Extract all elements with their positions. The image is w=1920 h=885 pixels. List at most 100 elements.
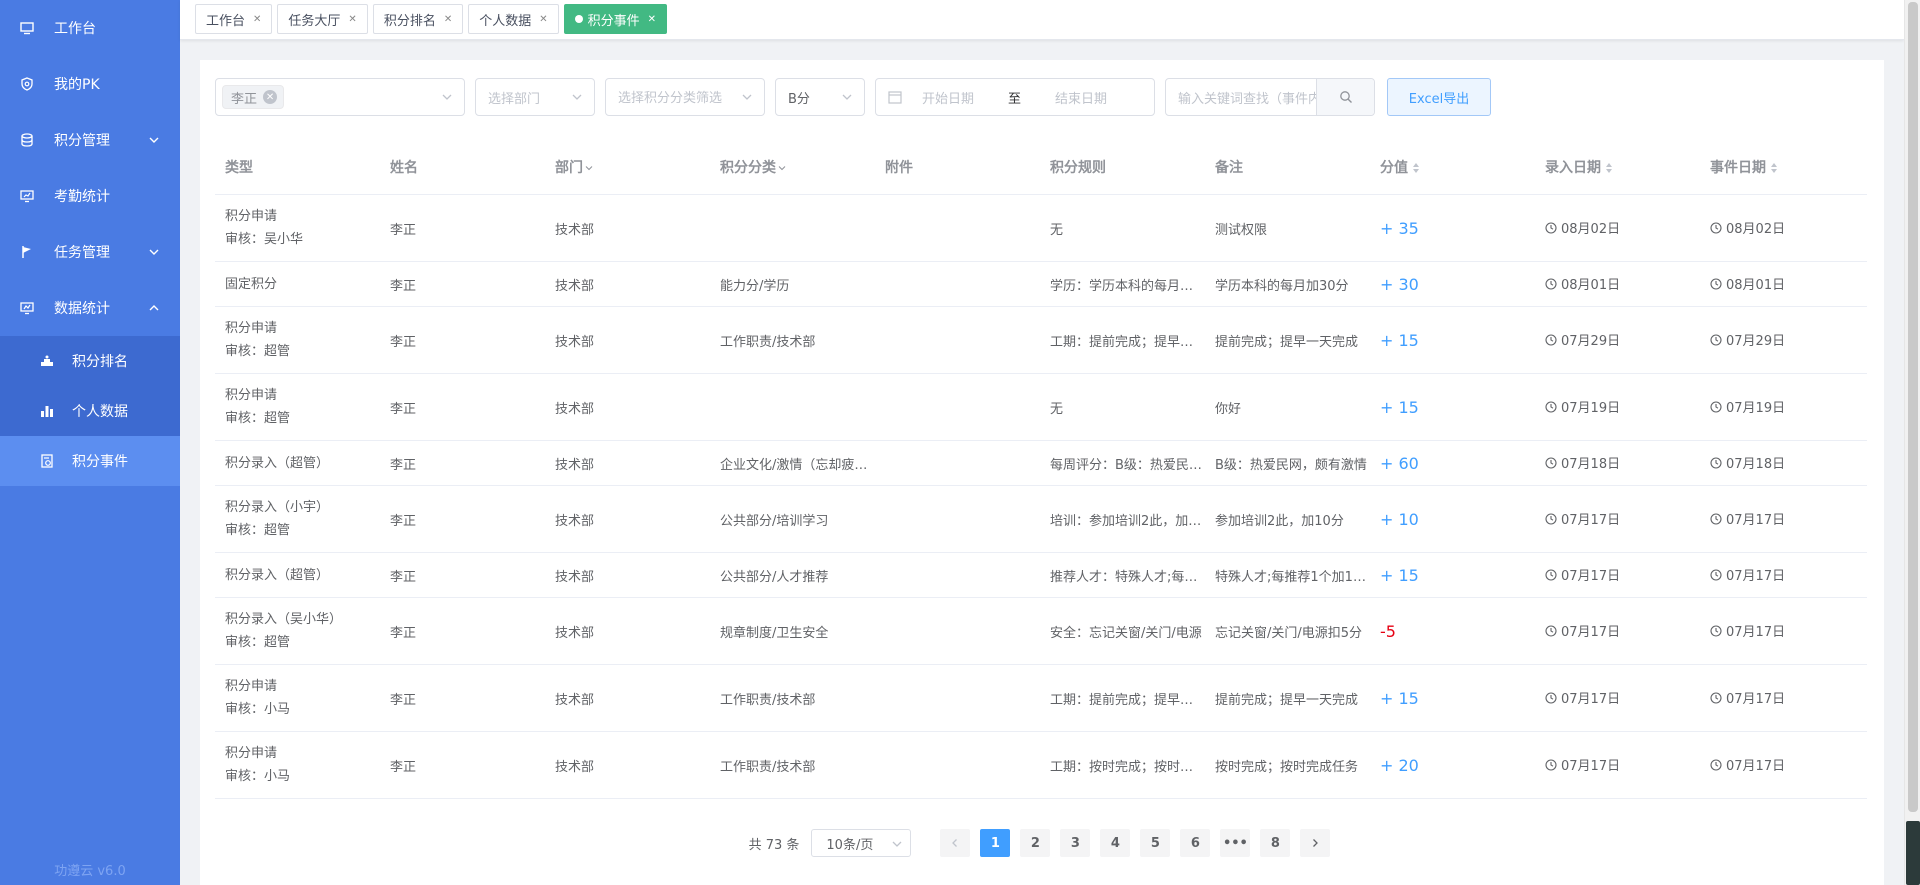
tag-close-icon[interactable]: ✕ [263, 90, 278, 104]
vertical-scrollbar[interactable] [1904, 0, 1920, 885]
table-row[interactable]: 固定积分 李正 技术部 能力分/学历 学历：学历本科的每月加30分学历本科的每月加30分… [215, 262, 1867, 307]
start-date-input[interactable]: 开始日期 [922, 88, 974, 107]
reviewer: 审核：超管 [225, 344, 291, 359]
table-row[interactable]: 积分录入（超管） 李正 技术部 企业文化/激情（忘却疲劳） 每周评分：B级：热爱民网，颇… [215, 441, 1867, 486]
rule-cell: 无 [1050, 222, 1064, 238]
scrollbar-thumb[interactable] [1908, 2, 1918, 812]
header-dept[interactable]: 部门 [545, 157, 710, 177]
sort-icon[interactable] [1770, 162, 1778, 174]
event-date-cell: 07月17日 [1700, 755, 1863, 775]
close-icon[interactable]: ✕ [253, 14, 261, 25]
department-select[interactable]: 选择部门 [475, 78, 595, 116]
category-cell: 公共部分/培训学习 [720, 513, 829, 529]
clock-icon [1545, 278, 1557, 290]
dept-cell: 技术部 [555, 759, 595, 775]
score-type-select[interactable]: B分 [775, 78, 865, 116]
keyword-placeholder: 输入关键词查找（事件内容/ [1178, 91, 1339, 107]
sidebar-item-label: 工作台 [54, 21, 96, 37]
header-event-date[interactable]: 事件日期 [1700, 157, 1863, 177]
table-row[interactable]: 积分申请审核：小马李正技术部工作职责/技术部工期：提前完成；提早一天完成提前完成… [215, 665, 1867, 732]
tab-label: 积分排名 [383, 13, 436, 29]
header-entry-date[interactable]: 录入日期 [1535, 157, 1700, 177]
note-cell: 测试权限 [1215, 222, 1268, 238]
tab-label: 积分事件 [587, 13, 640, 29]
sidebar-item-label: 数据统计 [54, 301, 110, 317]
clock-icon [1545, 334, 1557, 346]
score-value: + 15 [1380, 330, 1419, 350]
prev-page-button[interactable] [940, 829, 971, 857]
table-row[interactable]: 积分录入（小宇） 审核：超管 李正 技术部 公共部分/培训学习 培训：参加培训2此，加10… [215, 486, 1867, 553]
score-cell: + 15 [1370, 566, 1535, 585]
keyword-search-input[interactable]: 输入关键词查找（事件内容/ [1165, 78, 1375, 116]
header-category[interactable]: 积分分类 [710, 157, 875, 177]
sidebar-item-attendance[interactable]: 考勤统计 [0, 168, 180, 224]
header-entry-date-label: 录入日期 [1545, 160, 1601, 176]
sidebar-item-data-statistics[interactable]: 数据统计 [0, 280, 180, 336]
next-page-button[interactable] [1300, 829, 1331, 857]
close-icon[interactable]: ✕ [348, 14, 356, 25]
header-type: 类型 [225, 160, 253, 176]
rule-cell: 学历：学历本科的每月加30分 [1050, 278, 1205, 294]
table-row[interactable]: 积分申请 审核：吴小华 李正 技术部无测试权限 + 35 08月02日 08月02日 [215, 195, 1867, 262]
dept-cell: 技术部 [555, 513, 595, 529]
category-select[interactable]: 选择积分分类筛选 [605, 78, 765, 116]
sidebar-item-label: 我的PK [54, 77, 100, 93]
table-row[interactable]: 积分申请 审核：小马 李正 技术部 工作职责/技术部 工期：按时完成；按时完成 按时完成；按… [215, 732, 1867, 799]
page-ellipsis[interactable]: ••• [1220, 829, 1251, 857]
sidebar-item-task-management[interactable]: 任务管理 [0, 224, 180, 280]
department-placeholder: 选择部门 [488, 91, 541, 107]
score-cell: + 30 [1370, 275, 1535, 294]
search-button[interactable] [1316, 79, 1374, 115]
note-cell: 参加培训2此，加10分 [1215, 513, 1344, 529]
date-separator: 至 [1008, 91, 1022, 107]
close-icon[interactable]: ✕ [539, 14, 547, 25]
page-number-button[interactable]: 6 [1180, 829, 1211, 857]
header-score[interactable]: 分值 [1370, 157, 1535, 177]
sidebar-item-points-ranking[interactable]: 积分排名 [0, 336, 180, 386]
calendar-icon [888, 91, 902, 104]
sidebar-item-points-events[interactable]: 积分事件 [0, 436, 180, 486]
page-number-button[interactable]: 8 [1260, 829, 1291, 857]
tab-points-ranking[interactable]: 积分排名 ✕ [372, 4, 464, 34]
sidebar-item-workbench[interactable]: 工作台 [0, 0, 180, 56]
table-row[interactable]: 积分申请审核：超管李正技术部工作职责/技术部工期：提前完成；提早一天完成提前完成… [215, 307, 1867, 374]
close-icon[interactable]: ✕ [648, 14, 656, 25]
page-number-button[interactable]: 3 [1060, 829, 1091, 857]
filter-chevron-icon[interactable] [585, 164, 593, 172]
page-number-button[interactable]: 4 [1100, 829, 1131, 857]
sidebar-item-my-pk[interactable]: 我的PK [0, 56, 180, 112]
table-row[interactable]: 积分申请 审核：超管 李正 技术部无你好 + 15 07月19日 07月19日 [215, 374, 1867, 441]
person-select[interactable]: 李正 ✕ [215, 78, 465, 116]
sidebar-item-label: 考勤统计 [54, 189, 110, 205]
tab-personal-data[interactable]: 个人数据 ✕ [468, 4, 559, 34]
clock-icon [1545, 401, 1557, 413]
page-number-button[interactable]: 2 [1020, 829, 1051, 857]
sort-icon[interactable] [1605, 162, 1613, 174]
close-icon[interactable]: ✕ [444, 14, 452, 25]
clock-icon [1710, 457, 1722, 469]
tab-workbench[interactable]: 工作台 ✕ [195, 4, 273, 34]
sidebar-item-points-management[interactable]: 积分管理 [0, 112, 180, 168]
excel-export-button[interactable]: Excel导出 [1387, 78, 1491, 116]
tab-task-hall[interactable]: 任务大厅 ✕ [277, 4, 368, 34]
page-size-select[interactable]: 10条/页 [811, 829, 912, 857]
sort-icon[interactable] [1412, 162, 1420, 174]
end-date-input[interactable]: 结束日期 [1055, 88, 1107, 107]
rule-cell: 每周评分：B级：热爱民网，颇 [1050, 457, 1205, 473]
category-cell: 工作职责/技术部 [720, 334, 816, 350]
sidebar-item-personal-data[interactable]: 个人数据 [0, 386, 180, 436]
chevron-down-icon [842, 94, 852, 100]
score-cell: + 35 [1370, 219, 1535, 238]
total-count: 共 73 条 [748, 837, 800, 853]
tab-points-events[interactable]: 积分事件 ✕ [563, 4, 668, 34]
page-number-button[interactable]: 1 [980, 829, 1011, 857]
tab-label: 个人数据 [479, 13, 532, 29]
table-row[interactable]: 积分录入（吴小华） 审核：超管 李正 技术部 规章制度/卫生安全 安全：忘记关窗/关门/电… [215, 598, 1867, 665]
entry-date: 07月17日 [1561, 569, 1621, 585]
event-type: 固定积分 [225, 276, 278, 292]
filter-chevron-icon[interactable] [778, 164, 786, 172]
name-cell: 李正 [390, 334, 417, 350]
date-range-picker[interactable]: 开始日期 至 结束日期 [875, 78, 1155, 116]
page-number-button[interactable]: 5 [1140, 829, 1171, 857]
table-row[interactable]: 积分录入（超管） 李正 技术部 公共部分/人才推荐 推荐人才：特殊人才;每推荐1个特殊人… [215, 553, 1867, 598]
